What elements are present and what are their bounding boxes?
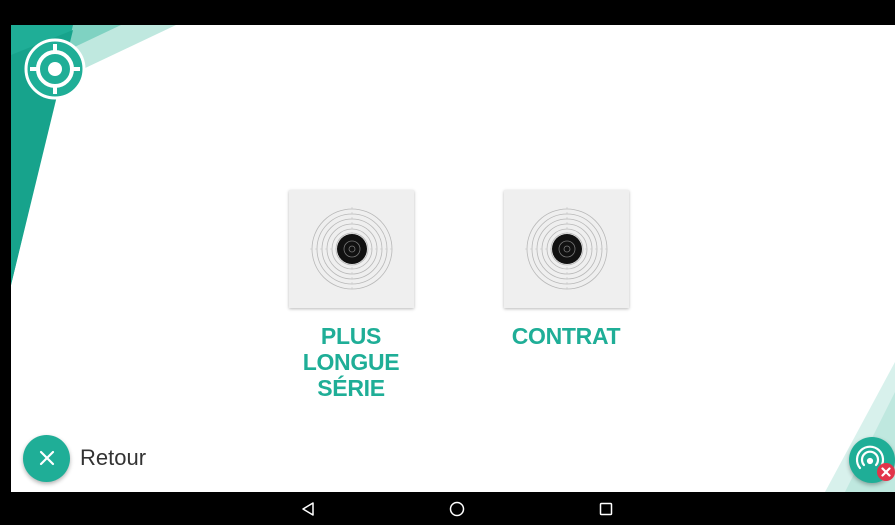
- mode-label: CONTRAT: [511, 323, 621, 349]
- mode-label: PLUS LONGUE SÉRIE: [302, 323, 400, 401]
- mode-card-contract[interactable]: CONTRAT: [504, 190, 629, 349]
- system-navigation-bar: [0, 492, 895, 525]
- mode-thumbnail: [504, 190, 629, 308]
- shooting-target-icon: [524, 207, 609, 291]
- nav-home-icon[interactable]: [437, 492, 477, 525]
- wireless-disconnected-icon: [855, 445, 895, 481]
- shooting-target-icon: [309, 207, 394, 291]
- back-button[interactable]: Retour: [23, 434, 146, 482]
- nav-back-icon[interactable]: [288, 492, 328, 525]
- target-logo-icon[interactable]: [24, 38, 86, 100]
- app-window: PLUS LONGUE SÉRIE CONTRAT Retour: [11, 25, 895, 492]
- status-bar: [0, 0, 895, 25]
- back-label[interactable]: Retour: [80, 445, 146, 471]
- mode-card-longest-series[interactable]: PLUS LONGUE SÉRIE: [289, 190, 414, 401]
- wireless-disconnected-button[interactable]: [849, 437, 895, 483]
- close-icon[interactable]: [23, 434, 70, 482]
- nav-recents-icon[interactable]: [586, 492, 626, 525]
- device-screen: PLUS LONGUE SÉRIE CONTRAT Retour: [0, 0, 895, 525]
- mode-thumbnail: [289, 190, 414, 308]
